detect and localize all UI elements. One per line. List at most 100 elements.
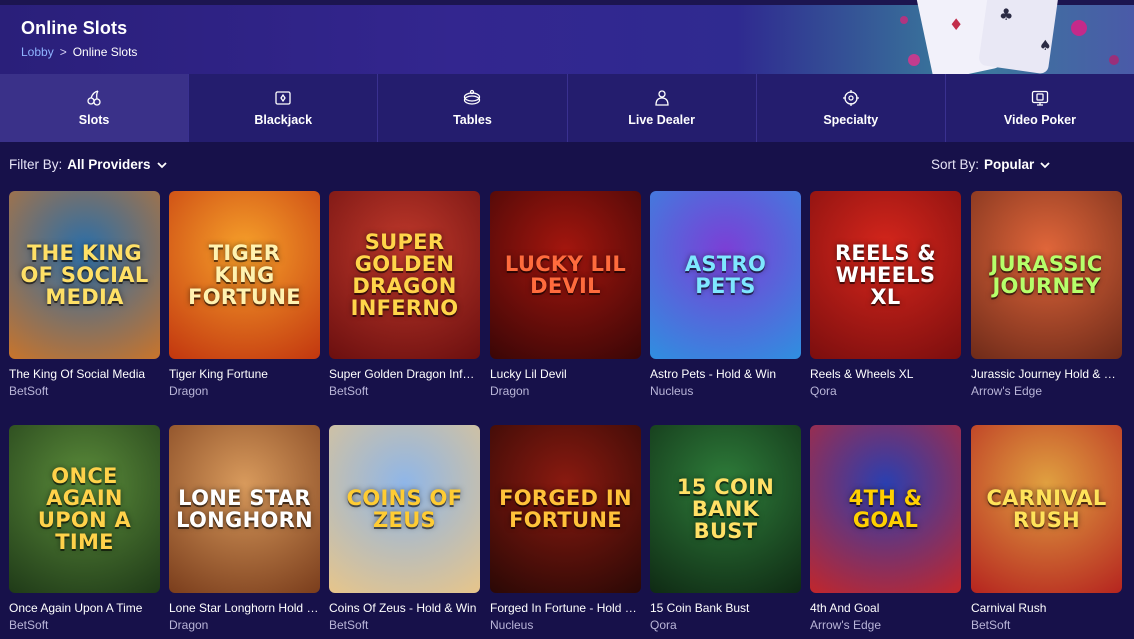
tab-label: Live Dealer xyxy=(628,113,695,127)
game-art-text: Once Again Upon a Time xyxy=(37,463,132,555)
game-card[interactable]: 4th & Goal 4th And Goal Arrow's Edge xyxy=(810,425,961,632)
game-title[interactable]: Lucky Lil Devil xyxy=(490,367,641,381)
tab-tables[interactable]: Tables xyxy=(378,74,568,142)
game-art-text: Carnival Rush xyxy=(986,485,1107,532)
game-art-text: Lone Star Longhorn xyxy=(176,485,313,532)
game-art-text: Forged in Fortune xyxy=(499,485,632,532)
game-title[interactable]: Coins Of Zeus - Hold & Win xyxy=(329,601,480,615)
game-provider: Nucleus xyxy=(650,384,694,398)
category-tabs: Slots Blackjack Tables Live Dealer Speci… xyxy=(0,74,1134,142)
breadcrumb-separator: > xyxy=(59,45,67,59)
game-card[interactable]: Super Golden Dragon Inferno Super Golden … xyxy=(329,191,480,398)
game-title[interactable]: 4th And Goal xyxy=(810,601,961,615)
game-thumbnail[interactable]: Forged in Fortune xyxy=(490,425,641,593)
breadcrumb-lobby-link[interactable]: Lobby xyxy=(21,45,54,59)
game-thumbnail[interactable]: Once Again Upon a Time xyxy=(9,425,160,593)
svg-text:♣: ♣ xyxy=(999,5,1013,24)
game-title[interactable]: Tiger King Fortune xyxy=(169,367,320,381)
game-title[interactable]: 15 Coin Bank Bust xyxy=(650,601,801,615)
roulette-icon xyxy=(464,89,481,105)
tab-live-dealer[interactable]: Live Dealer xyxy=(568,74,757,142)
game-card[interactable]: Coins of Zeus Coins Of Zeus - Hold & Win B… xyxy=(329,425,480,632)
cherries-icon xyxy=(87,90,101,106)
game-card[interactable]: Reels & Wheels XL Reels & Wheels XL Qora xyxy=(810,191,961,398)
game-thumbnail[interactable]: Carnival Rush xyxy=(971,425,1122,593)
game-thumbnail[interactable]: Reels & Wheels XL xyxy=(810,191,961,359)
game-provider: Qora xyxy=(810,384,837,398)
sort-label: Sort By: xyxy=(931,157,980,172)
game-title[interactable]: Forged In Fortune - Hold & Win xyxy=(490,601,641,615)
game-title[interactable]: Jurassic Journey Hold & Win xyxy=(971,367,1122,381)
chevron-down-icon xyxy=(156,161,167,168)
game-title[interactable]: Lone Star Longhorn Hold & Win xyxy=(169,601,320,615)
game-provider: Dragon xyxy=(490,384,530,398)
tab-specialty[interactable]: Specialty xyxy=(757,74,946,142)
game-card[interactable]: Once Again Upon a Time Once Again Upon A … xyxy=(9,425,160,632)
page-header-banner: Online Slots Lobby > Online Slots ♦ ♣ ♠ xyxy=(0,0,1134,74)
game-card[interactable]: Astro Pets Astro Pets - Hold & Win Nucleus xyxy=(650,191,801,398)
game-provider: BetSoft xyxy=(971,618,1011,632)
dealer-icon xyxy=(654,90,669,106)
game-thumbnail[interactable]: The King of Social Media xyxy=(9,191,160,359)
game-art-text: Super Golden Dragon Inferno xyxy=(350,229,459,321)
game-thumbnail[interactable]: Coins of Zeus xyxy=(329,425,480,593)
playing-cards-decoration: ♦ ♣ ♠ xyxy=(900,0,1119,74)
tab-label: Tables xyxy=(453,113,492,127)
cards-icon xyxy=(275,91,291,105)
game-card[interactable]: Jurassic Journey Jurassic Journey Hold & … xyxy=(971,191,1122,398)
tab-label: Specialty xyxy=(823,113,879,127)
video-poker-icon xyxy=(1031,90,1049,106)
game-title[interactable]: Carnival Rush xyxy=(971,601,1122,615)
tab-blackjack[interactable]: Blackjack xyxy=(189,74,379,142)
game-provider: Nucleus xyxy=(490,618,534,632)
sort-dropdown[interactable]: Sort By: Popular xyxy=(931,157,1051,172)
game-provider: Dragon xyxy=(169,618,209,632)
game-provider: BetSoft xyxy=(329,618,369,632)
game-thumbnail[interactable]: Tiger King Fortune xyxy=(169,191,320,359)
svg-text:♠: ♠ xyxy=(1039,38,1052,54)
game-thumbnail[interactable]: Lone Star Longhorn xyxy=(169,425,320,593)
game-title[interactable]: Astro Pets - Hold & Win xyxy=(650,367,801,381)
game-thumbnail[interactable]: Lucky Lil Devil xyxy=(490,191,641,359)
tab-label: Blackjack xyxy=(254,113,313,127)
game-card[interactable]: The King of Social Media The King Of Soci… xyxy=(9,191,160,398)
game-title[interactable]: Super Golden Dragon Inferno xyxy=(329,367,480,381)
game-card[interactable]: Tiger King Fortune Tiger King Fortune Drag… xyxy=(169,191,320,398)
game-provider: Qora xyxy=(650,618,677,632)
svg-text:♦: ♦ xyxy=(949,15,963,34)
game-card[interactable]: 15 Coin Bank Bust 15 Coin Bank Bust Qora xyxy=(650,425,801,632)
game-art-text: 15 Coin Bank Bust xyxy=(676,474,775,544)
game-provider: Arrow's Edge xyxy=(971,384,1042,398)
game-card[interactable]: Lone Star Longhorn Lone Star Longhorn Hol… xyxy=(169,425,320,632)
game-art-text: Lucky Lil Devil xyxy=(504,251,627,298)
filter-value: All Providers xyxy=(67,157,151,172)
specialty-icon xyxy=(842,90,859,106)
game-thumbnail[interactable]: 15 Coin Bank Bust xyxy=(650,425,801,593)
breadcrumb-current: Online Slots xyxy=(72,45,138,59)
game-art-text: Tiger King Fortune xyxy=(188,240,301,310)
tab-video-poker[interactable]: Video Poker xyxy=(946,74,1134,142)
tab-label: Slots xyxy=(78,113,110,127)
page-title: Online Slots xyxy=(21,18,128,38)
tab-slots[interactable]: Slots xyxy=(0,74,190,142)
game-title[interactable]: Once Again Upon A Time xyxy=(9,601,160,615)
game-thumbnail[interactable]: 4th & Goal xyxy=(810,425,961,593)
game-thumbnail[interactable]: Jurassic Journey xyxy=(971,191,1122,359)
game-art-text: Reels & Wheels XL xyxy=(834,240,937,310)
game-card[interactable]: Carnival Rush Carnival Rush BetSoft xyxy=(971,425,1122,632)
game-thumbnail[interactable]: Super Golden Dragon Inferno xyxy=(329,191,480,359)
sort-value: Popular xyxy=(984,157,1035,172)
game-art-text: Jurassic Journey xyxy=(990,251,1103,298)
game-thumbnail[interactable]: Astro Pets xyxy=(650,191,801,359)
breadcrumb: Lobby > Online Slots xyxy=(21,45,137,59)
game-title[interactable]: The King Of Social Media xyxy=(9,367,160,381)
game-card[interactable]: Forged in Fortune Forged In Fortune - Hol… xyxy=(490,425,641,632)
game-card[interactable]: Lucky Lil Devil Lucky Lil Devil Dragon xyxy=(490,191,641,398)
game-art-text: The King of Social Media xyxy=(20,240,149,310)
filter-label: Filter By: xyxy=(9,157,63,172)
provider-filter-dropdown[interactable]: Filter By: All Providers xyxy=(9,157,168,172)
game-provider: BetSoft xyxy=(329,384,369,398)
game-title[interactable]: Reels & Wheels XL xyxy=(810,367,961,381)
game-provider: Arrow's Edge xyxy=(810,618,881,632)
game-art-text: 4th & Goal xyxy=(848,485,923,532)
